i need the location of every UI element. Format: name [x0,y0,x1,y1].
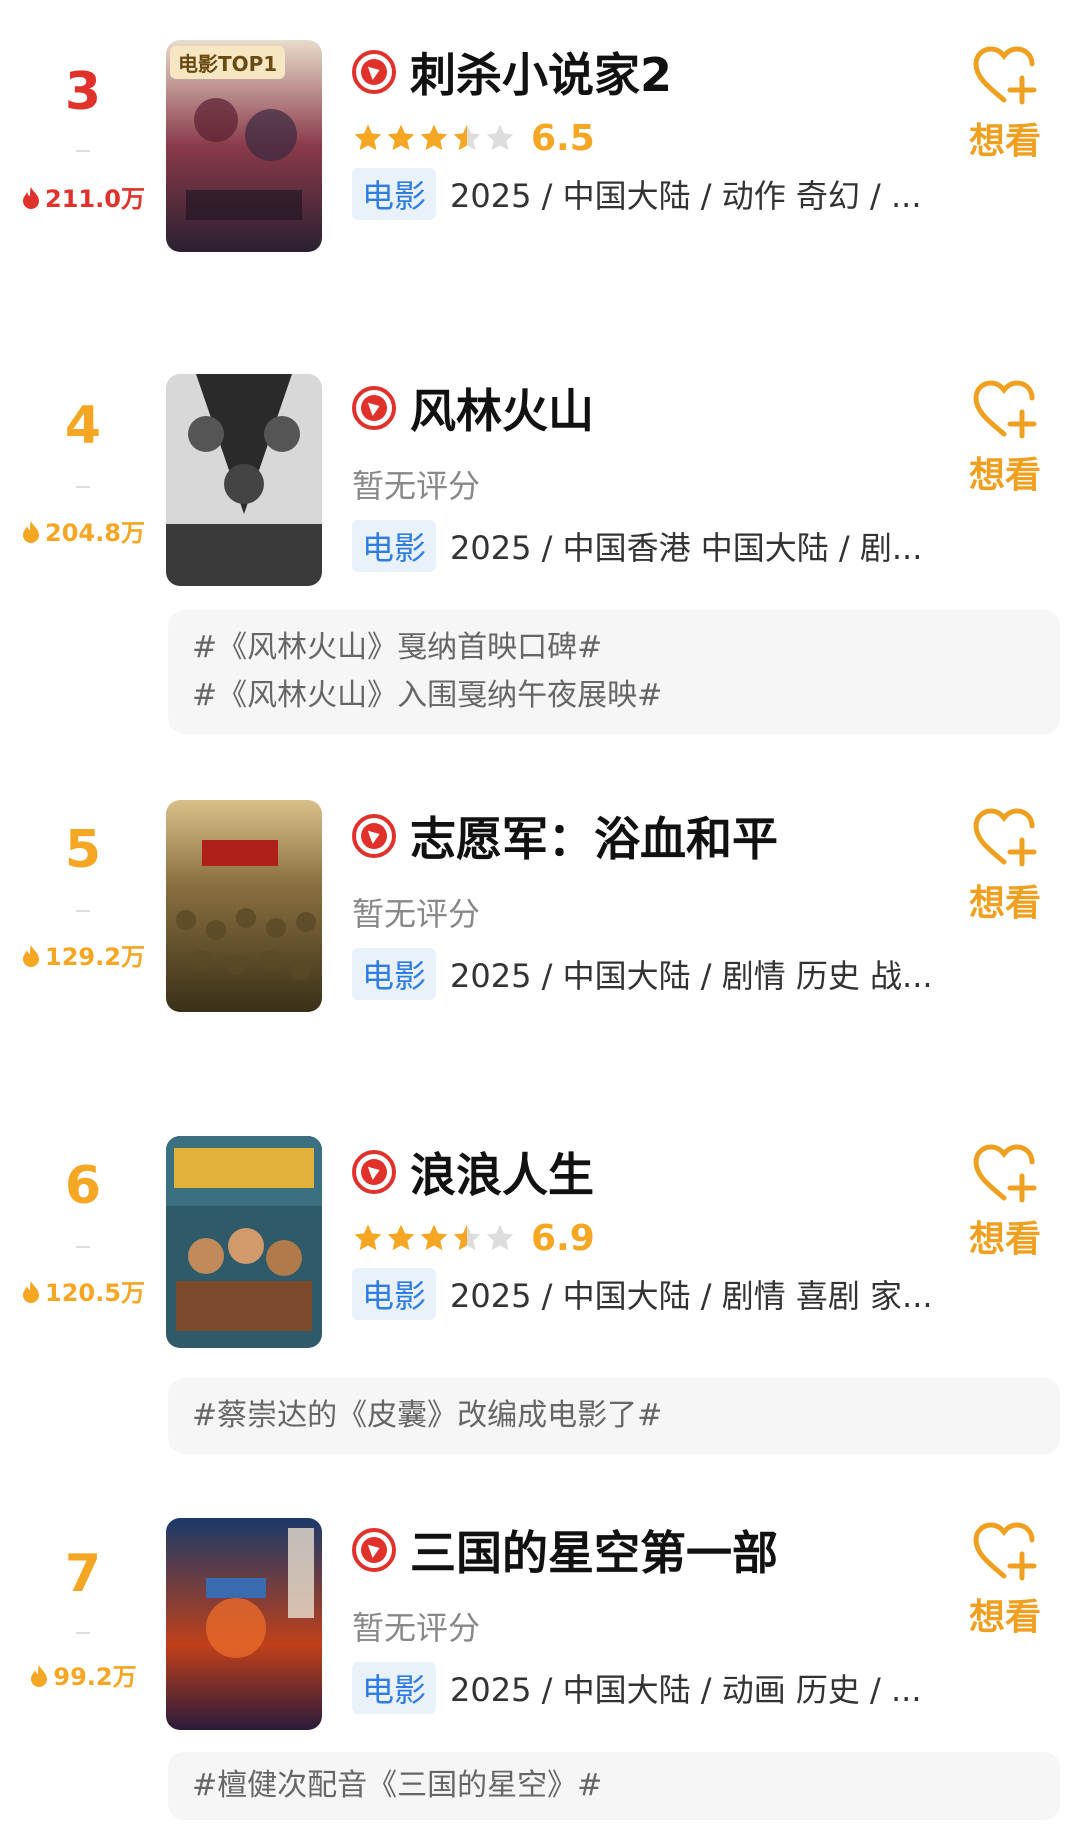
heat-count: 120.5万 [0,1278,166,1308]
movie-meta: 2025 / 中国大陆 / 动作 奇幻 / ... [450,177,922,215]
movie-title[interactable]: 风林火山 [410,375,594,441]
topic-link[interactable]: #蔡崇达的《皮囊》改编成电影了# [192,1392,1036,1440]
movie-poster[interactable] [166,800,322,1012]
want-to-watch-button[interactable]: 想看 [950,1142,1060,1262]
rank-divider [76,1632,90,1634]
topic-link[interactable]: #檀健次配音《三国的星空》# [192,1762,1036,1810]
rank-number: 6 [64,1156,102,1216]
movie-poster[interactable] [166,1136,322,1348]
movie-meta: 2025 / 中国大陆 / 动画 历史 / ... [450,1671,922,1709]
movie-title[interactable]: 刺杀小说家2 [410,39,672,105]
heart-plus-icon [973,380,1037,439]
heart-plus-icon [973,808,1037,867]
play-icon [352,386,396,430]
heat-value: 99.2万 [53,1663,137,1691]
type-badge: 电影 [352,520,437,572]
topic-box: #《风林火山》戛纳首映口碑# #《风林火山》入围戛纳午夜展映# [168,610,1060,734]
want-to-watch-button[interactable]: 想看 [950,1520,1060,1640]
half-star-icon [453,124,481,151]
star-icon [354,124,382,151]
heat-value: 120.5万 [45,1279,145,1307]
star-icon [420,124,448,151]
movie-meta: 2025 / 中国大陆 / 剧情 历史 战... [450,957,933,995]
want-label: 想看 [968,121,1041,162]
rating-score: 6.9 [531,1217,595,1259]
rank-number: 4 [64,396,102,456]
heat-count: 99.2万 [0,1662,166,1692]
rank-number: 3 [64,62,102,122]
play-icon [352,1150,396,1194]
no-rating-text: 暂无评分 [352,1609,481,1647]
want-to-watch-button[interactable]: 想看 [950,378,1060,498]
heat-count: 129.2万 [0,942,166,972]
heart-plus-icon [973,46,1037,105]
want-label: 想看 [968,455,1041,496]
movie-meta: 2025 / 中国大陆 / 剧情 喜剧 家... [450,1277,933,1315]
heat-value: 129.2万 [45,943,145,971]
star-icon [420,1224,448,1251]
want-label: 想看 [968,1219,1041,1260]
movie-poster[interactable] [166,1518,322,1730]
play-icon [352,814,396,858]
star-icon [387,1224,415,1251]
movie-title[interactable]: 三国的星空第一部 [410,1517,778,1583]
topic-box: #檀健次配音《三国的星空》# [168,1752,1060,1820]
want-to-watch-button[interactable]: 想看 [950,806,1060,926]
movie-poster[interactable] [166,374,322,586]
type-badge: 电影 [352,168,437,220]
no-rating-text: 暂无评分 [352,467,481,505]
heart-plus-icon [973,1522,1037,1581]
movie-poster[interactable]: 电影TOP1 [166,40,322,252]
movie-title[interactable]: 浪浪人生 [410,1139,594,1205]
flame-icon [23,521,40,543]
want-label: 想看 [968,1597,1041,1638]
play-icon [352,50,396,94]
heat-value: 211.0万 [45,185,145,213]
want-label: 想看 [968,883,1041,924]
rank-divider [76,486,90,488]
topic-link[interactable]: #《风林火山》戛纳首映口碑# [192,624,1036,672]
star-icon [354,1224,382,1251]
empty-star-icon [486,124,514,151]
flame-icon [31,1665,48,1687]
movie-title[interactable]: 志愿军：浴血和平 [410,803,778,869]
heat-value: 204.8万 [45,519,145,547]
heat-count: 204.8万 [0,518,166,548]
star-rating [352,1222,517,1254]
rank-divider [76,1246,90,1248]
rating: 6.5 [352,116,595,160]
flame-icon [23,945,40,967]
type-badge: 电影 [352,948,437,1000]
no-rating-text: 暂无评分 [352,895,481,933]
want-to-watch-button[interactable]: 想看 [950,44,1060,164]
rating: 6.9 [352,1216,595,1260]
rank-divider [76,910,90,912]
flame-icon [23,187,40,209]
rank-divider [76,150,90,152]
movie-meta: 2025 / 中国香港 中国大陆 / 剧... [450,529,923,567]
star-rating [352,122,517,154]
empty-star-icon [486,1224,514,1251]
heat-count: 211.0万 [0,184,166,214]
rating-score: 6.5 [531,117,595,159]
star-icon [387,124,415,151]
type-badge: 电影 [352,1662,437,1714]
topic-link[interactable]: #《风林火山》入围戛纳午夜展映# [192,672,1036,720]
heart-plus-icon [973,1144,1037,1203]
topic-box: #蔡崇达的《皮囊》改编成电影了# [168,1378,1060,1454]
rank-number: 5 [64,820,102,880]
rank-number: 7 [64,1544,102,1604]
poster-tag: 电影TOP1 [170,46,286,79]
flame-icon [23,1281,40,1303]
half-star-icon [453,1224,481,1251]
play-icon [352,1528,396,1572]
type-badge: 电影 [352,1268,437,1320]
